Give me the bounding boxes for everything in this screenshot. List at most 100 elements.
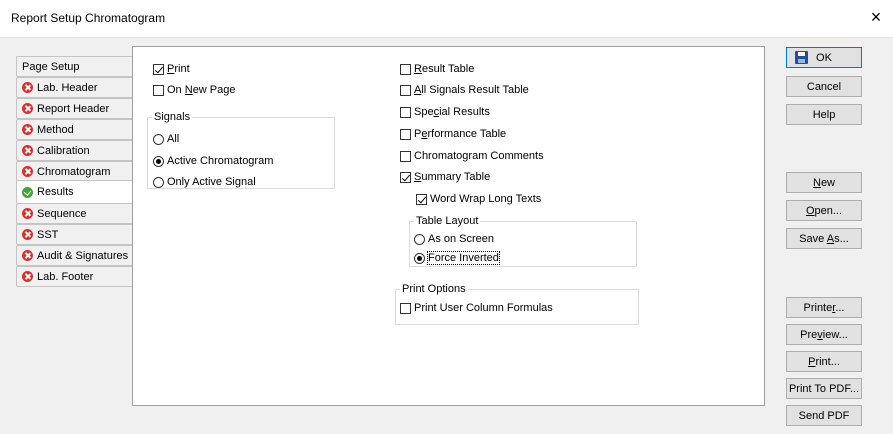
label-text: ew Page: [192, 84, 236, 96]
label-text: rint: [174, 63, 190, 75]
label-text: rformance Table: [427, 128, 507, 140]
button-label: pen...: [814, 204, 843, 217]
signals-active-chromatogram-radio[interactable]: Active Chromatogram: [153, 155, 273, 167]
error-icon: [22, 208, 33, 219]
checkbox-box[interactable]: [400, 171, 411, 183]
label-text: Print User Column Formulas: [414, 302, 553, 314]
tab-label: Chromatogram: [37, 165, 111, 178]
checkbox-box[interactable]: [400, 106, 411, 118]
tab-lab-header[interactable]: Lab. Header: [16, 77, 132, 98]
help-button[interactable]: Help: [786, 104, 862, 125]
send-pdf-button[interactable]: Send PDF: [786, 405, 862, 426]
button-label: Cancel: [806, 80, 842, 93]
save-disk-icon: [795, 51, 808, 64]
checkbox-box[interactable]: [153, 84, 164, 96]
checkbox-box[interactable]: [153, 63, 164, 75]
checkbox-box[interactable]: [400, 150, 411, 162]
tab-label: Audit & Signatures: [37, 249, 129, 262]
tab-label: Sequence: [37, 207, 87, 220]
error-icon: [22, 271, 33, 282]
tab-method[interactable]: Method: [16, 119, 132, 140]
radio-label: As on Screen: [428, 233, 495, 245]
tab-sst[interactable]: SST: [16, 224, 132, 245]
label-mnemonic: O: [805, 204, 815, 217]
button-label: Save: [799, 232, 827, 245]
button-label: iew...: [822, 328, 848, 341]
tab-label: Calibration: [37, 144, 90, 157]
report-setup-dialog: Report Setup Chromatogram × Page Setup L…: [0, 0, 893, 434]
chromatogram-comments-checkbox[interactable]: Chromatogram Comments: [400, 150, 544, 162]
on-new-page-checkbox[interactable]: On New Page: [153, 84, 236, 96]
result-table-checkbox[interactable]: Result Table: [400, 63, 474, 75]
tab-label: SST: [37, 228, 59, 241]
label-text: ummary Table: [421, 171, 491, 183]
checkbox-box[interactable]: [400, 63, 411, 75]
button-label: ew: [820, 176, 835, 189]
label-text: ial Results: [439, 106, 490, 118]
radio-label: Active Chromatogram: [167, 155, 274, 167]
radio-circle[interactable]: [414, 252, 425, 264]
tab-calibration[interactable]: Calibration: [16, 140, 132, 161]
checkbox-box[interactable]: [400, 128, 411, 140]
label-mnemonic: N: [812, 176, 821, 189]
open-button[interactable]: Open...: [786, 200, 862, 221]
printer-button[interactable]: Printer...: [786, 297, 862, 318]
tab-page-setup[interactable]: Page Setup: [16, 56, 132, 77]
radio-circle[interactable]: [153, 176, 164, 188]
error-icon: [22, 145, 33, 156]
tab-results[interactable]: Results: [16, 180, 134, 204]
checkbox-box[interactable]: [416, 193, 427, 205]
print-checkbox[interactable]: Print: [153, 63, 190, 75]
signals-all-radio[interactable]: All: [153, 133, 179, 145]
radio-circle[interactable]: [414, 233, 425, 245]
close-icon[interactable]: ×: [867, 6, 885, 28]
performance-table-checkbox[interactable]: Performance Table: [400, 128, 506, 140]
error-icon: [22, 82, 33, 93]
print-button[interactable]: Print...: [786, 351, 862, 372]
tab-audit-signatures[interactable]: Audit & Signatures: [16, 245, 132, 266]
print-options-group-title: Print Options: [400, 283, 468, 295]
radio-circle[interactable]: [153, 155, 164, 167]
button-label: Printe: [803, 301, 833, 314]
error-icon: [22, 250, 33, 261]
print-user-column-formulas-checkbox[interactable]: Print User Column Formulas: [400, 302, 553, 314]
ok-check-icon: [22, 186, 33, 198]
checkbox-box[interactable]: [400, 302, 411, 314]
button-label: rint...: [815, 355, 840, 368]
word-wrap-checkbox[interactable]: Word Wrap Long Texts: [416, 193, 541, 205]
checkbox-box[interactable]: [400, 84, 411, 96]
tab-label: Method: [37, 123, 74, 136]
label-text: On: [167, 84, 185, 96]
all-signals-result-table-checkbox[interactable]: All Signals Result Table: [400, 84, 529, 96]
radio-label: Only Active Signal: [167, 176, 256, 188]
button-label: Pre: [800, 328, 818, 341]
tab-lab-footer[interactable]: Lab. Footer: [16, 266, 132, 287]
button-label: Help: [812, 108, 836, 121]
new-button[interactable]: New: [786, 172, 862, 193]
button-label: s...: [834, 232, 849, 245]
tab-label: Page Setup: [22, 60, 80, 73]
force-inverted-radio[interactable]: Force Inverted: [414, 251, 500, 265]
save-as-button[interactable]: Save As...: [786, 228, 862, 249]
signals-only-active-radio[interactable]: Only Active Signal: [153, 176, 256, 188]
tab-sequence[interactable]: Sequence: [16, 203, 132, 224]
as-on-screen-radio[interactable]: As on Screen: [414, 233, 494, 245]
preview-button[interactable]: Preview...: [786, 324, 862, 345]
error-icon: [22, 124, 33, 135]
cancel-button[interactable]: Cancel: [786, 76, 862, 97]
label-mnemonic: R: [414, 63, 422, 75]
print-to-pdf-button[interactable]: Print To PDF...: [786, 378, 862, 399]
tab-report-header[interactable]: Report Header: [16, 98, 132, 119]
summary-table-checkbox[interactable]: Summary Table: [400, 171, 490, 183]
tab-chromatogram[interactable]: Chromatogram: [16, 161, 132, 182]
tab-label: Lab. Header: [37, 81, 98, 94]
special-results-checkbox[interactable]: Special Results: [400, 106, 490, 118]
title-bar: Report Setup Chromatogram ×: [0, 0, 893, 38]
error-icon: [22, 166, 33, 177]
radio-circle[interactable]: [153, 133, 164, 145]
label-text: ll Signals Result Table: [421, 84, 529, 96]
tab-label: Lab. Footer: [37, 270, 94, 283]
window-title: Report Setup Chromatogram: [11, 11, 166, 25]
ok-button[interactable]: OK: [786, 47, 862, 68]
results-settings-panel: Print On New Page Signals All Active Chr…: [132, 46, 765, 406]
